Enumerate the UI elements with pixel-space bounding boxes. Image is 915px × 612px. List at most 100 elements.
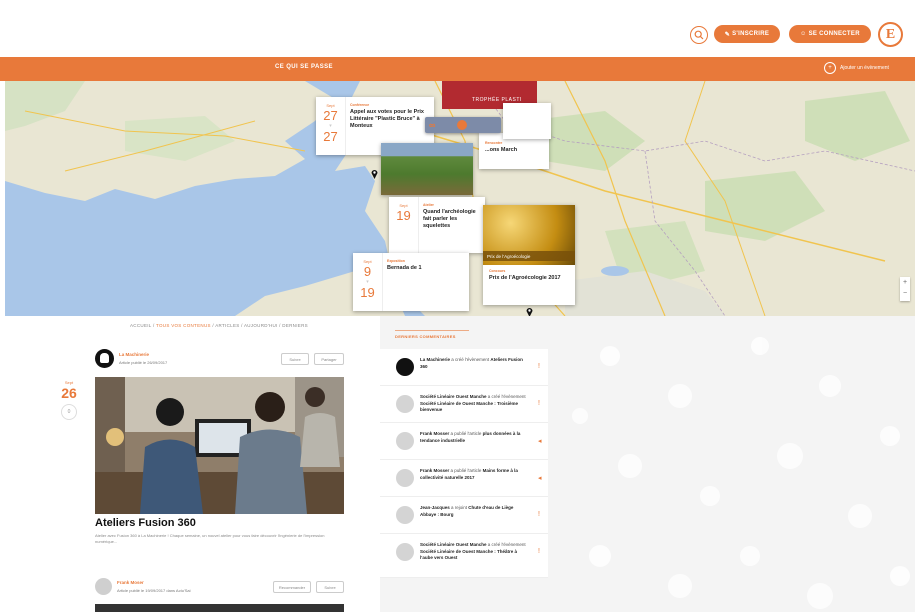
pencil-icon: ✎ [724, 31, 733, 38]
login-label: Se connecter [808, 31, 860, 37]
signup-label: S'inscrire [732, 31, 770, 37]
event-title: ...ons March [485, 147, 518, 153]
activity-action: a rejoint [449, 505, 469, 510]
recommend-button[interactable]: Recommander [273, 581, 311, 593]
logo-letter: E [885, 26, 896, 42]
activity-action: a créé l'évènement [450, 357, 491, 362]
post-meta: Article publié le 19/09/2017 dans Actu'S… [117, 588, 191, 593]
activity-user[interactable]: Société Linéaire Ouest Manche [420, 394, 487, 399]
event-date: Sept 9 ▾ 19 [353, 253, 383, 311]
avatar[interactable] [396, 358, 414, 376]
avatar[interactable] [396, 395, 414, 413]
event-card[interactable]: Sept 9 ▾ 19 Exposition Bernada de 1 [353, 253, 469, 311]
activity-user[interactable]: La Machinerie [420, 357, 450, 362]
event-day-end: 19 [360, 285, 375, 300]
share-button[interactable]: Partager [314, 353, 344, 365]
post-header: La Machinerie Article publié le 26/09/20… [95, 349, 345, 371]
post-title[interactable]: Ateliers Fusion 360 [95, 517, 196, 529]
share-icon: ◂ [538, 475, 542, 482]
activity-action: a publié l'article [449, 468, 483, 473]
close-icon[interactable] [457, 120, 468, 130]
event-tag: Rencontre [485, 141, 503, 145]
follow-button[interactable]: Suivre [281, 353, 309, 365]
banner-title: Ce qui se passe [275, 64, 333, 70]
post-image[interactable] [95, 604, 344, 612]
avatar[interactable] [396, 543, 414, 561]
event-title: Bernada de 1 [387, 265, 422, 271]
breadcrumb-item[interactable]: Derniers [282, 323, 308, 328]
post-excerpt: Atelier avec Fusion 360 à La Machinerie … [95, 533, 325, 544]
alert-icon: ! [538, 511, 540, 518]
breadcrumb: Accueil / Tous vos contenus / Articles /… [130, 323, 308, 328]
breadcrumb-item[interactable]: Articles [215, 323, 239, 328]
post-image[interactable] [95, 377, 344, 514]
event-image-card[interactable] [381, 143, 473, 195]
event-day: 9 [363, 264, 372, 279]
site-logo[interactable]: E [878, 22, 903, 47]
activity-text: La Machinerie a créé l'évènement Atelier… [420, 357, 530, 370]
cluster-control[interactable]: ∞ [425, 117, 501, 133]
event-date: Sept 27 ▾ 27 [316, 97, 346, 155]
event-tag: Conférence [350, 103, 370, 107]
search-icon[interactable] [690, 26, 708, 44]
section-banner: Ce qui se passe + Ajouter un évènement [0, 57, 915, 81]
activity-target[interactable]: Société Linéaire de Ouest Manche : Théât… [420, 549, 517, 561]
event-card[interactable]: Prix de l'Agroécologie Concours Prix de … [483, 205, 575, 305]
trophy-caption: Prix de l'Agroécologie [483, 251, 575, 261]
top-header: ✎ S'inscrire ☺ Se connecter E [0, 0, 915, 57]
sidebar-heading-rule [395, 330, 469, 331]
avatar[interactable] [95, 349, 114, 368]
map-pin-icon[interactable] [371, 169, 378, 179]
add-event-link[interactable]: + Ajouter un évènement [824, 62, 889, 74]
list-item[interactable]: Jean-Jacques a rejoint Chute d'eau de Li… [380, 497, 548, 534]
zoom-control[interactable]: + − [900, 277, 910, 301]
zoom-out-button[interactable]: − [900, 288, 910, 299]
activity-user[interactable]: Frank Mosser [420, 468, 449, 473]
breadcrumb-item[interactable]: Tous vos contenus [156, 323, 211, 328]
avatar[interactable] [396, 506, 414, 524]
feed-day: 26 [61, 385, 77, 401]
event-day: 19 [396, 208, 411, 223]
activity-action: a publié l'article [449, 431, 483, 436]
activity-text: Frank Mosser a publié l'article plus don… [420, 431, 530, 444]
zoom-in-button[interactable]: + [900, 277, 910, 288]
list-item[interactable]: Société Linéaire Ouest Manche a créé l'é… [380, 386, 548, 423]
post-header: Frank Moser Article publié le 19/09/2017… [95, 578, 345, 600]
signup-button[interactable]: ✎ S'inscrire [714, 25, 780, 43]
feed-date: Sept 26 0 [55, 380, 83, 420]
add-event-label: Ajouter un évènement [840, 65, 889, 71]
post-author[interactable]: La Machinerie [119, 352, 149, 357]
event-title: Appel aux votes pour le Prix Littéraire … [350, 109, 424, 129]
follow-button[interactable]: Suivre [316, 581, 344, 593]
activity-action: a créé l'évènement [486, 394, 526, 399]
login-button[interactable]: ☺ Se connecter [789, 25, 871, 43]
avatar[interactable] [396, 432, 414, 450]
alert-icon: ! [538, 400, 540, 407]
event-day: 27 [323, 108, 338, 123]
list-item[interactable]: Société Linéaire Ouest Manche a créé l'é… [380, 534, 548, 578]
list-item[interactable]: Frank Mosser a publié l'article plus don… [380, 423, 548, 460]
map-pin-icon[interactable] [526, 307, 533, 316]
breadcrumb-home[interactable]: Accueil [130, 323, 151, 328]
breadcrumb-item[interactable]: Aujourd'hui [244, 323, 278, 328]
user-icon: ☺ [800, 31, 809, 37]
activity-text: Jean-Jacques a rejoint Chute d'eau de Li… [420, 505, 530, 518]
activity-user[interactable]: Frank Mosser [420, 431, 449, 436]
event-card[interactable]: Sept 19 Atelier Quand l'archéologie fait… [389, 197, 485, 253]
list-item[interactable]: Frank Mosser a publié l'article Mains fo… [380, 460, 548, 497]
activity-text: Société Linéaire Ouest Manche a créé l'é… [420, 542, 530, 562]
link-icon: ∞ [429, 120, 436, 130]
activity-target[interactable]: Société Linéaire de Ouest Manche : Trois… [420, 401, 518, 413]
event-tag: Exposition [387, 259, 405, 263]
activity-user[interactable]: Jean-Jacques [420, 505, 450, 510]
avatar[interactable] [95, 578, 112, 595]
sidebar-heading: Derniers commentaires [395, 334, 456, 339]
list-item[interactable]: La Machinerie a créé l'évènement Atelier… [380, 349, 548, 386]
avatar[interactable] [396, 469, 414, 487]
activity-action: a créé l'évènement [486, 542, 526, 547]
events-map[interactable]: Trophée Plasti Rencontre ...ons March Se… [5, 81, 915, 316]
event-card-stack[interactable] [503, 103, 551, 139]
post-author[interactable]: Frank Moser [117, 580, 144, 585]
activity-user[interactable]: Société Linéaire Ouest Manche [420, 542, 487, 547]
event-day-end: 27 [323, 129, 338, 144]
